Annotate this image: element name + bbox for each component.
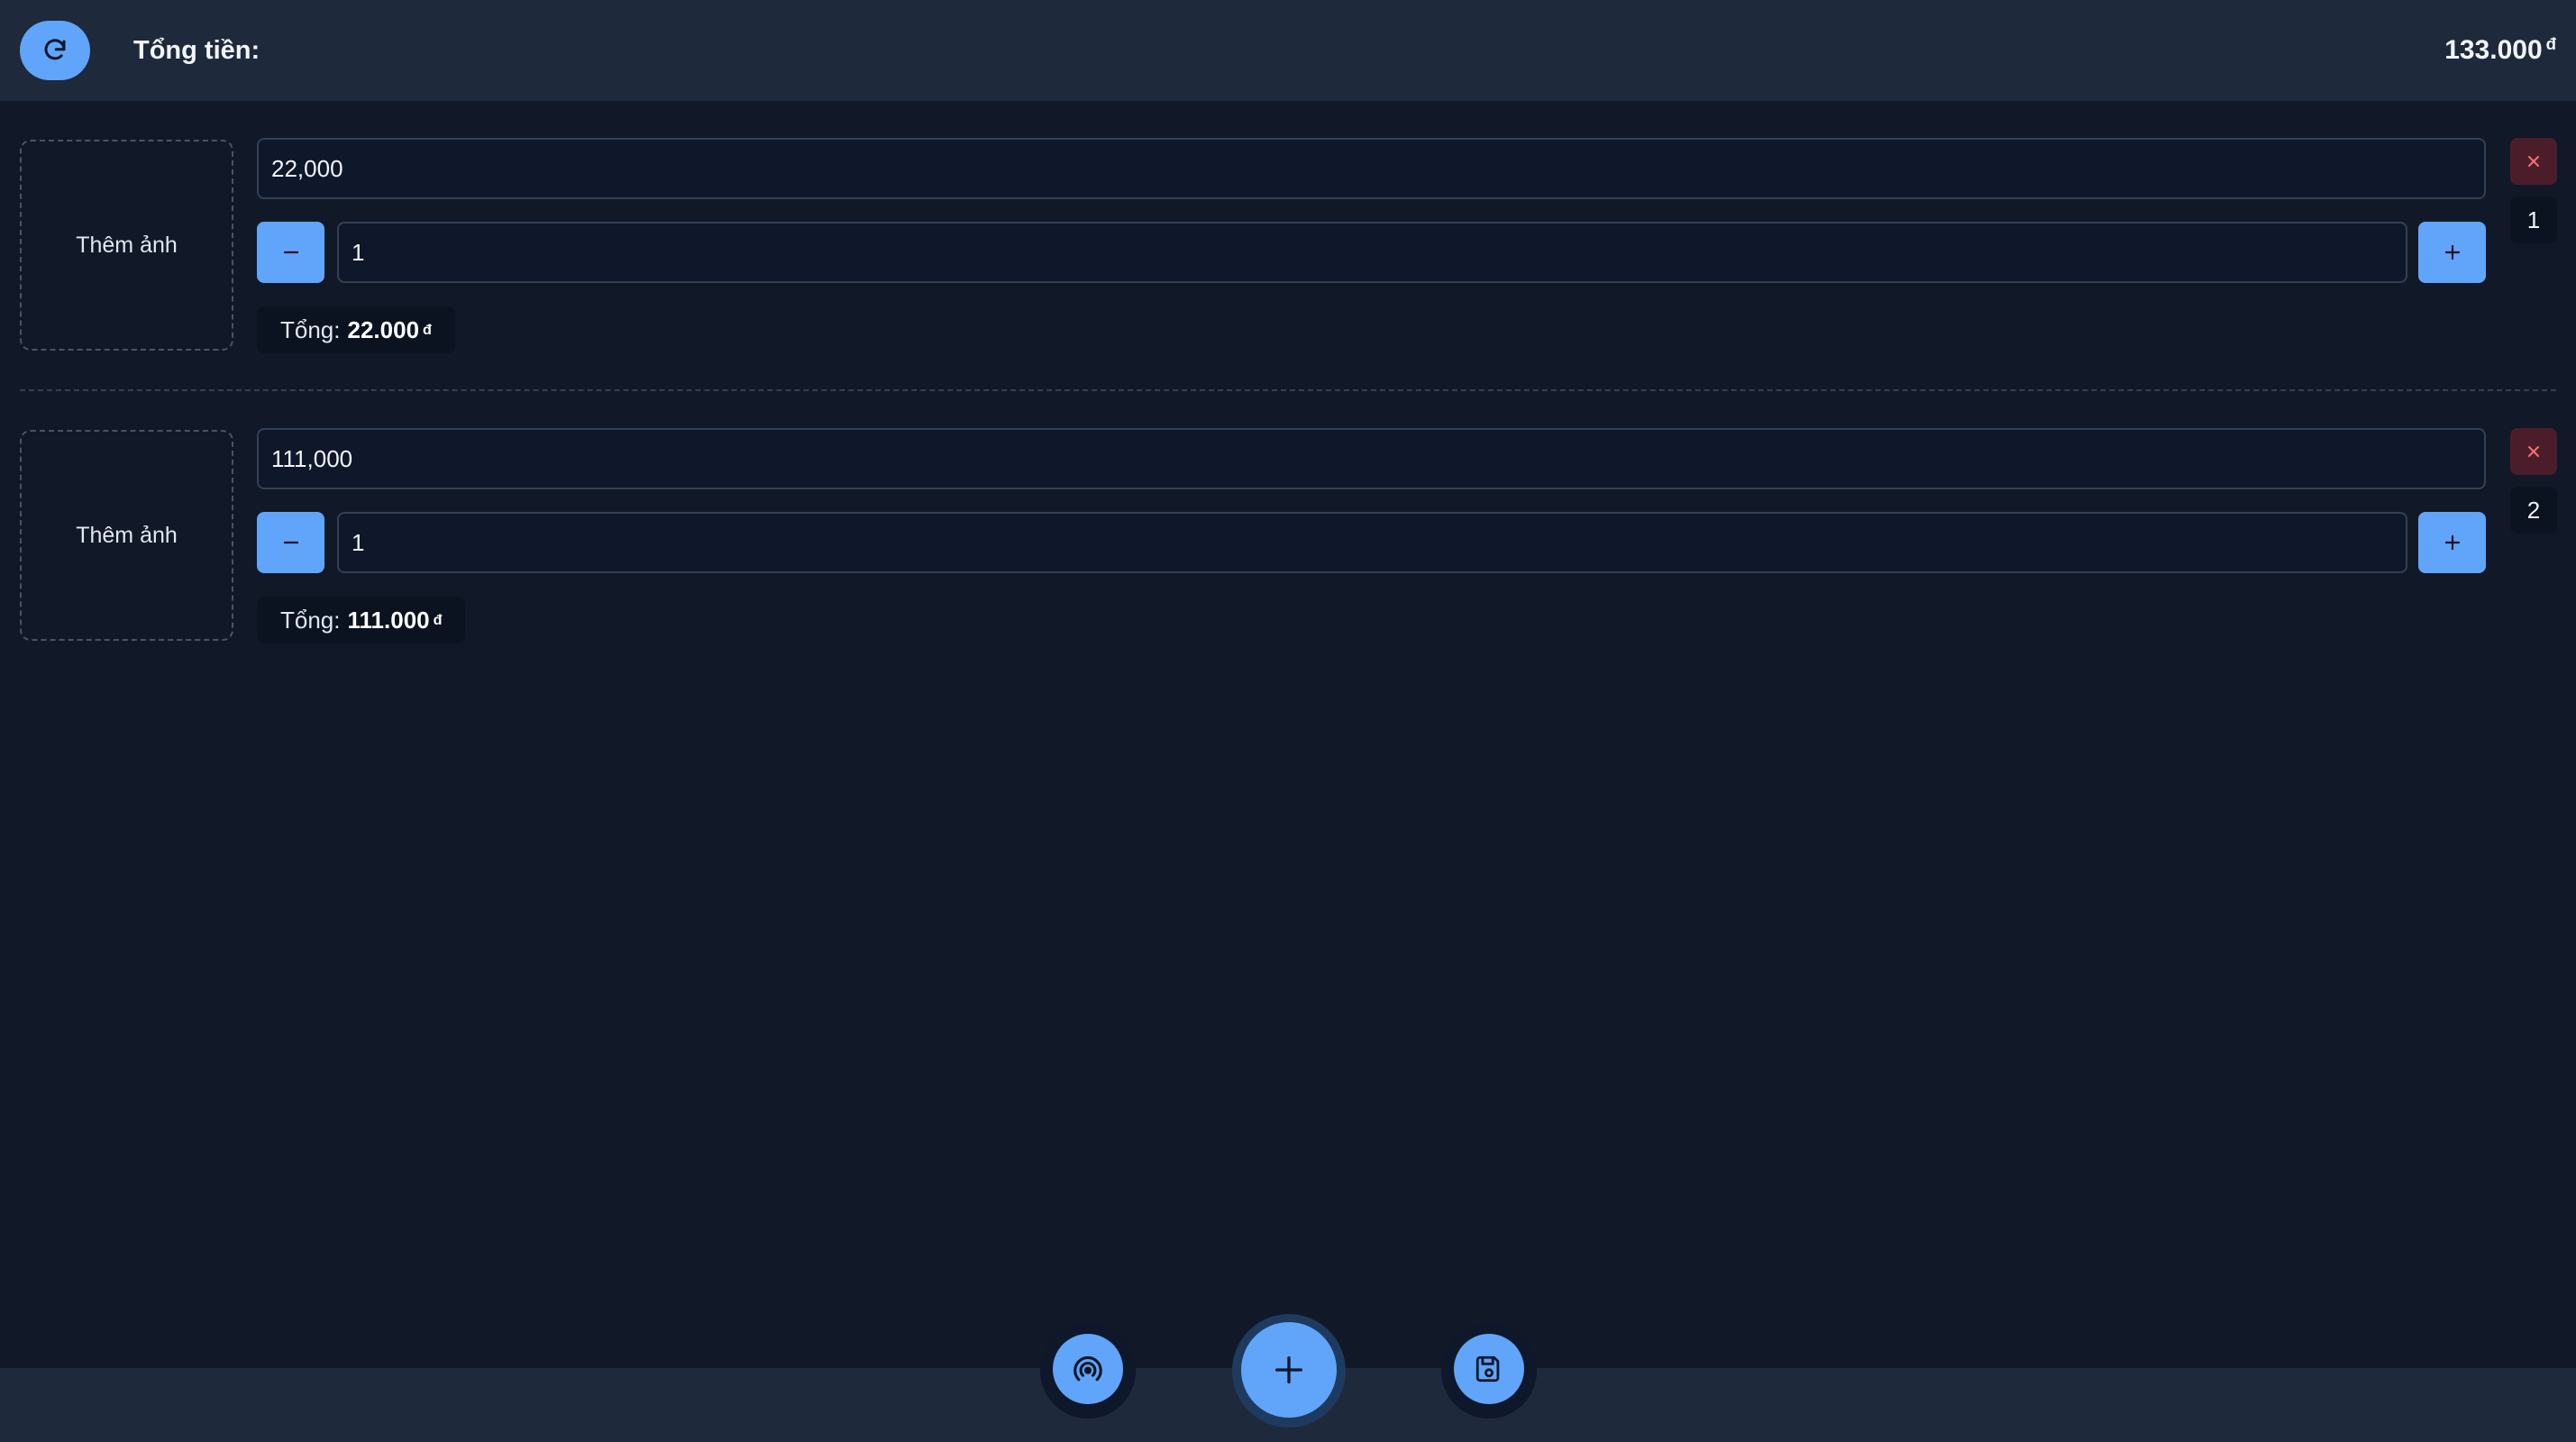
grand-total: 133.000 đ <box>2444 34 2556 66</box>
price-input[interactable] <box>257 138 2486 199</box>
item-index-badge: 2 <box>2510 487 2557 534</box>
grand-total-value: 133.000 <box>2444 35 2543 66</box>
plus-icon <box>2444 244 2460 260</box>
broadcast-button[interactable] <box>1053 1334 1123 1404</box>
add-item-button[interactable] <box>1241 1322 1337 1418</box>
line-total-label: Tổng: <box>280 315 341 343</box>
line-total-currency: đ <box>423 321 432 338</box>
line-total-currency: đ <box>433 611 443 628</box>
delete-item-button[interactable] <box>2510 138 2557 185</box>
add-photo-label: Thêm ảnh <box>76 232 178 258</box>
quantity-input[interactable] <box>337 512 2407 573</box>
line-total-label: Tổng: <box>280 606 341 634</box>
grand-total-currency: đ <box>2545 34 2556 54</box>
plus-icon <box>2444 534 2460 551</box>
refresh-icon <box>44 39 66 60</box>
increase-quantity-button[interactable] <box>2418 512 2486 573</box>
decrease-quantity-button[interactable] <box>257 512 324 573</box>
price-input[interactable] <box>257 428 2486 489</box>
close-icon <box>2528 156 2539 167</box>
delete-item-button[interactable] <box>2510 428 2557 475</box>
broadcast-icon <box>1073 1355 1102 1382</box>
save-icon <box>1475 1355 1500 1383</box>
line-total-value: 22.000 <box>347 315 420 343</box>
save-button[interactable] <box>1454 1334 1524 1404</box>
close-icon <box>2528 446 2539 457</box>
header-bar: Tổng tiền: 133.000 đ <box>0 0 2576 101</box>
line-total-value: 111.000 <box>347 606 430 634</box>
quantity-input[interactable] <box>337 222 2407 283</box>
minus-icon <box>283 541 298 544</box>
decrease-quantity-button[interactable] <box>257 222 324 283</box>
item-divider <box>20 389 2556 391</box>
minus-icon <box>283 251 298 254</box>
add-photo-label: Thêm ảnh <box>76 522 178 548</box>
line-total: Tổng: 111.000 đ <box>257 597 466 643</box>
item-index-badge: 1 <box>2510 196 2557 243</box>
add-photo-button[interactable]: Thêm ảnh <box>20 140 233 351</box>
line-total: Tổng: 22.000 đ <box>257 306 455 353</box>
increase-quantity-button[interactable] <box>2418 222 2486 283</box>
total-label: Tổng tiền: <box>133 35 260 65</box>
plus-icon <box>1275 1356 1302 1383</box>
add-photo-button[interactable]: Thêm ảnh <box>20 430 233 641</box>
refresh-button[interactable] <box>20 21 90 80</box>
